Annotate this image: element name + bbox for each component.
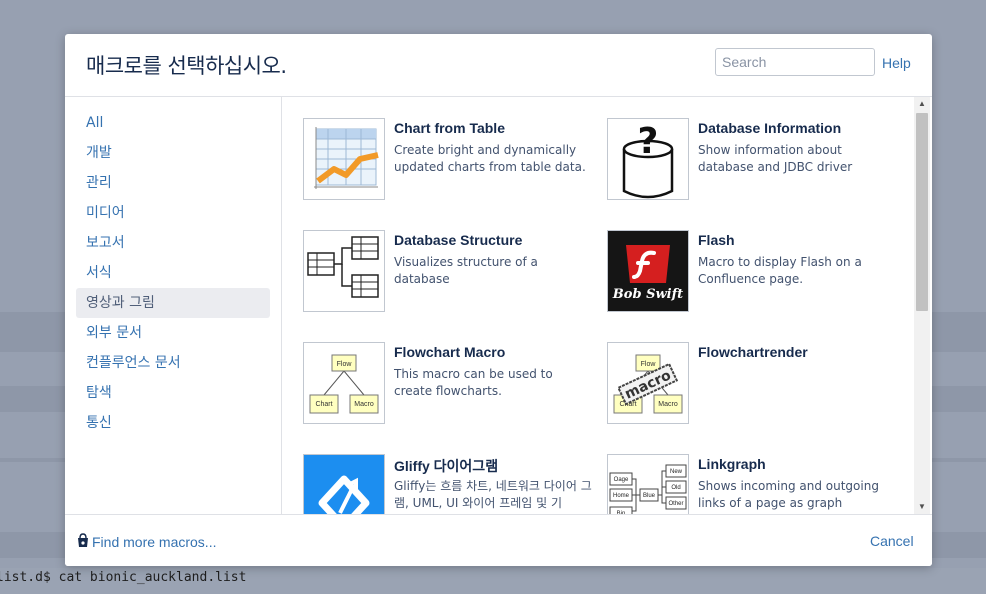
macro-item-linkgraph[interactable]: Oage Home Bin Blue New Old Other Linkgra…	[607, 454, 907, 514]
gliffy-icon	[303, 454, 385, 514]
macro-title: Flowchartrender	[698, 344, 808, 360]
macro-item-flowchart-macro[interactable]: Flow Chart Macro Flowchart Macro This ma…	[303, 342, 603, 442]
macro-title: Flowchart Macro	[394, 344, 506, 360]
dialog-title: 매크로를 선택하십시오.	[86, 54, 287, 78]
macro-description: Macro to display Flash on a Confluence p…	[698, 255, 862, 286]
cancel-button[interactable]: Cancel	[870, 533, 914, 549]
category-external-content[interactable]: 외부 문서	[76, 318, 270, 348]
category-development[interactable]: 개발	[76, 138, 270, 168]
background-terminal: list.d$ cat bionic_auckland.list	[0, 568, 986, 594]
macro-item-chart-from-table[interactable]: Chart from Table Create bright and dynam…	[303, 118, 603, 218]
bob-swift-logo-text: Bob Swift	[612, 287, 684, 302]
chart-table-icon	[303, 118, 385, 200]
database-question-icon: ?	[607, 118, 689, 200]
flowchart-icon: Flow Chart Macro	[303, 342, 385, 424]
category-administration[interactable]: 관리	[76, 168, 270, 198]
macro-node-label: Macro	[658, 401, 678, 408]
chart-node-label: Chart	[315, 401, 332, 408]
macro-description: This macro can be used to create flowcha…	[394, 367, 553, 398]
macro-title: Linkgraph	[698, 456, 766, 472]
category-media[interactable]: 미디어	[76, 198, 270, 228]
category-all[interactable]: All	[76, 108, 270, 138]
marketplace-bag-icon	[77, 533, 89, 551]
macro-title: Gliffy 다이어그램	[394, 458, 499, 474]
flow-node-label: Flow	[337, 361, 353, 368]
category-visuals-images[interactable]: 영상과 그림	[76, 288, 270, 318]
macro-title: Chart from Table	[394, 120, 505, 136]
linkgraph-icon: Oage Home Bin Blue New Old Other	[607, 454, 689, 514]
category-reporting[interactable]: 보고서	[76, 228, 270, 258]
flowchartrender-icon: Flow Chart Macro macro	[607, 342, 689, 424]
scroll-up-arrow-icon[interactable]: ▲	[914, 97, 930, 111]
new-node-label: New	[670, 469, 683, 475]
category-navigation[interactable]: 탐색	[76, 378, 270, 408]
macro-list-scrollbar[interactable]: ▲ ▼	[914, 97, 930, 514]
oage-node-label: Oage	[614, 477, 629, 483]
macro-node-label: Macro	[354, 401, 374, 408]
help-link[interactable]: Help	[882, 55, 911, 71]
find-more-macros-link[interactable]: Find more macros...	[77, 533, 216, 551]
dialog-header: 매크로를 선택하십시오. Help	[65, 34, 932, 97]
terminal-line: list.d$ cat bionic_auckland.list	[0, 570, 247, 585]
flash-icon: Bob Swift	[607, 230, 689, 312]
other-node-label: Other	[668, 501, 683, 507]
macro-item-gliffy[interactable]: Gliffy 다이어그램 Gliffy는 흐름 차트, 네트워크 다이어 그램,…	[303, 454, 603, 514]
find-more-macros-label: Find more macros...	[92, 534, 217, 550]
dialog-footer: Find more macros... Cancel	[65, 514, 932, 566]
macro-title: Flash	[698, 232, 735, 248]
blue-node-label: Blue	[643, 493, 656, 499]
category-formatting[interactable]: 서식	[76, 258, 270, 288]
flow-node-label: Flow	[641, 361, 657, 368]
macro-item-flash[interactable]: Bob Swift Flash Macro to display Flash o…	[607, 230, 907, 330]
macro-description: Shows incoming and outgoing links of a p…	[698, 479, 879, 510]
home-node-label: Home	[613, 493, 630, 499]
old-node-label: Old	[671, 485, 680, 491]
category-confluence-content[interactable]: 컨플루언스 문서	[76, 348, 270, 378]
search-input[interactable]	[715, 48, 875, 76]
macro-title: Database Information	[698, 120, 842, 136]
macro-description: Create bright and dynamically updated ch…	[394, 143, 586, 174]
macro-description: Gliffy는 흐름 차트, 네트워크 다이어 그램, UML, UI 와이어 …	[394, 479, 592, 510]
macro-item-database-information[interactable]: ? Database Information Show information …	[607, 118, 907, 218]
category-communication[interactable]: 통신	[76, 408, 270, 438]
scrollbar-thumb[interactable]	[916, 113, 928, 311]
macro-description: Visualizes structure of a database	[394, 255, 538, 286]
svg-text:?: ?	[638, 121, 659, 162]
macro-title: Database Structure	[394, 232, 523, 248]
database-structure-icon	[303, 230, 385, 312]
macro-description: Show information about database and JDBC…	[698, 143, 853, 174]
category-sidebar: All 개발 관리 미디어 보고서 서식 영상과 그림 외부 문서 컨플루언스 …	[65, 97, 282, 514]
scroll-down-arrow-icon[interactable]: ▼	[914, 500, 930, 514]
macro-browser-dialog: 매크로를 선택하십시오. Help All 개발 관리 미디어 보고서 서식 영…	[65, 34, 932, 566]
macro-item-database-structure[interactable]: Database Structure Visualizes structure …	[303, 230, 603, 330]
macro-item-flowchartrender[interactable]: Flow Chart Macro macro Flowchartrender	[607, 342, 907, 442]
macro-list: Chart from Table Create bright and dynam…	[282, 97, 914, 514]
